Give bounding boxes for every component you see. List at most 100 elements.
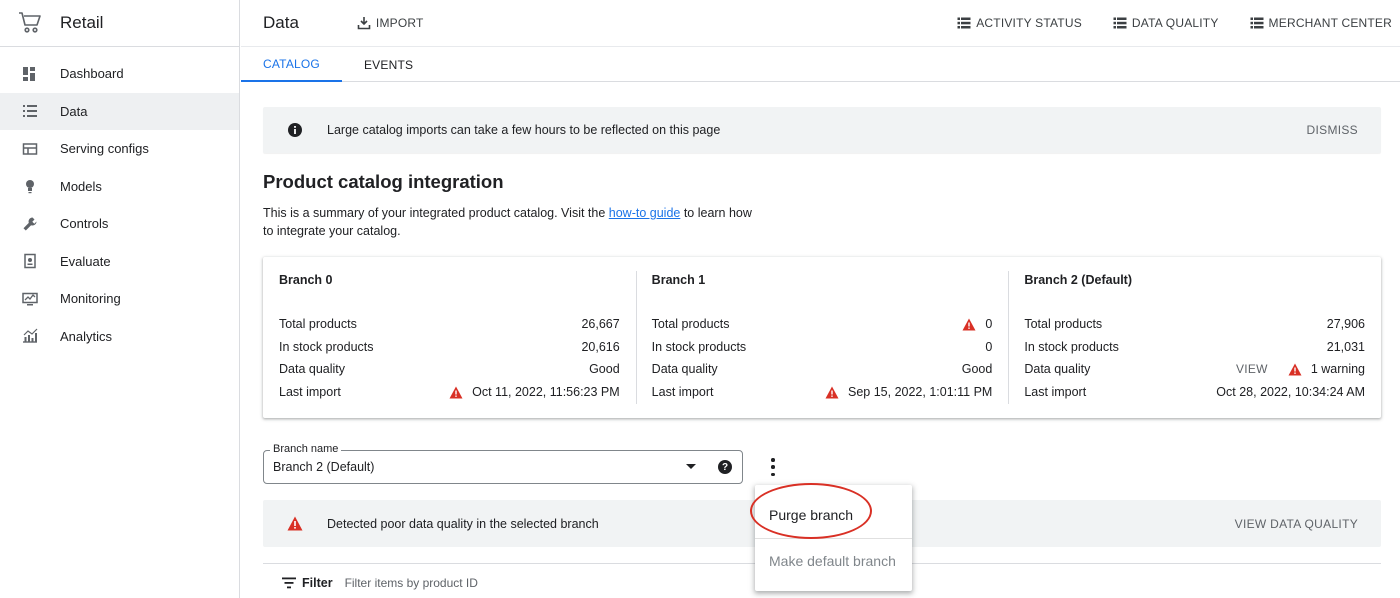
stat-label: Last import: [1024, 385, 1087, 400]
stat-value: Oct 28, 2022, 10:34:24 AM: [1216, 385, 1366, 400]
stat-value: 0: [985, 317, 993, 332]
sidebar-item-evaluate[interactable]: Evaluate: [0, 243, 239, 281]
stat-value-wrap: VIEW 1 warning: [1236, 362, 1365, 376]
dropdown-arrow-icon[interactable]: [686, 464, 696, 469]
sidebar-item-label: Data: [60, 103, 88, 119]
stat-row: Data quality Good: [652, 358, 993, 381]
sidebar-item-data[interactable]: Data: [0, 92, 239, 130]
branch-title: Branch 0: [279, 273, 333, 287]
stat-label: Total products: [279, 317, 357, 332]
info-icon: [288, 123, 302, 137]
sidebar-item-label: Analytics: [60, 328, 113, 344]
sidebar-item-monitoring[interactable]: Monitoring: [0, 280, 239, 318]
filter-input[interactable]: [344, 576, 565, 590]
stat-value: 21,031: [1326, 339, 1366, 354]
stat-label: Last import: [279, 385, 341, 400]
info-banner: Large catalog imports can take a few hou…: [263, 107, 1381, 153]
stat-label: Total products: [1024, 317, 1103, 332]
download-icon: [357, 17, 371, 30]
sidebar-item-serving-configs[interactable]: Serving configs: [0, 130, 239, 168]
evaluate-icon: [22, 253, 38, 269]
stat-value-wrap: Oct 11, 2022, 11:56:23 PM: [449, 385, 620, 399]
activity-status-label: ACTIVITY STATUS: [976, 16, 1082, 30]
warning-text: Detected poor data quality in the select…: [327, 516, 599, 531]
description-text: This is a summary of your integrated pro…: [263, 206, 609, 220]
view-data-quality-button[interactable]: VIEW DATA QUALITY: [1235, 517, 1358, 531]
stat-row: Last import Oct 11, 2022, 11:56:23 PM: [279, 381, 620, 404]
sidebar-item-label: Controls: [60, 216, 109, 232]
import-button[interactable]: IMPORT: [357, 16, 424, 30]
help-icon[interactable]: ?: [718, 460, 732, 474]
sidebar-item-analytics[interactable]: Analytics: [0, 318, 239, 356]
branch-name-label: Branch name: [270, 443, 342, 455]
stat-label: Data quality: [279, 362, 346, 377]
stat-row: Data quality Good: [279, 358, 620, 381]
stat-row: Last import Oct 28, 2022, 10:34:24 AM: [1024, 381, 1365, 404]
sidebar-nav: Dashboard Data Serving configs Models Co…: [0, 47, 239, 355]
sidebar-item-label: Serving configs: [60, 141, 149, 157]
monitoring-icon: [22, 291, 38, 307]
page-title: Data: [263, 13, 299, 32]
branch-card-1: Branch 1 Total products 0 In stock produc…: [635, 257, 1009, 418]
view-data-quality-link[interactable]: VIEW: [1236, 362, 1268, 376]
stat-value-wrap: 0: [962, 317, 992, 331]
data-quality-label: DATA QUALITY: [1131, 16, 1219, 30]
filter-bar: Filter: [282, 576, 565, 590]
app-title: Retail: [60, 13, 104, 32]
header-actions: ACTIVITY STATUS DATA QUALITY MERCHANT CE…: [957, 16, 1400, 30]
lightbulb-icon: [22, 178, 38, 194]
tab-events[interactable]: EVENTS: [342, 47, 435, 82]
warning-icon: [1288, 363, 1302, 376]
stat-label: Data quality: [1024, 362, 1091, 377]
stat-row: Total products 26,667: [279, 313, 620, 336]
more-options-icon[interactable]: [766, 458, 780, 476]
stat-row: In stock products 20,616: [279, 336, 620, 359]
top-bar: Data IMPORT ACTIVITY STATUS DATA QUALITY…: [241, 0, 1400, 47]
merchant-center-button[interactable]: MERCHANT CENTER: [1250, 16, 1392, 30]
branch-context-menu: Purge branch Make default branch: [755, 485, 912, 591]
stat-row: Total products 0: [652, 313, 993, 336]
stat-row: In stock products 0: [652, 336, 993, 359]
branch-name-select[interactable]: Branch name Branch 2 (Default) ?: [263, 443, 743, 484]
list-icon: [1250, 17, 1264, 29]
stat-label: Data quality: [651, 362, 718, 377]
list-icon: [22, 103, 38, 119]
analytics-icon: [22, 328, 38, 344]
stat-value: Good: [589, 362, 620, 377]
section-title: Product catalog integration: [263, 171, 504, 192]
serving-configs-icon: [22, 141, 38, 157]
stat-value: 20,616: [581, 339, 620, 354]
list-icon: [957, 17, 971, 29]
sidebar-item-controls[interactable]: Controls: [0, 205, 239, 243]
branch-card-0: Branch 0 Total products 26,667 In stock p…: [263, 257, 636, 418]
warning-icon: [962, 318, 976, 331]
stat-row: Last import Sep 15, 2022, 1:01:11 PM: [652, 381, 993, 404]
how-to-guide-link[interactable]: how-to guide: [609, 206, 681, 220]
warning-icon: [287, 516, 303, 531]
branch-title: Branch 2 (Default): [1024, 273, 1132, 287]
sidebar-item-label: Models: [60, 178, 102, 194]
stat-value: 27,906: [1326, 317, 1366, 332]
dashboard-icon: [22, 66, 38, 82]
brand-header: Retail: [0, 0, 239, 47]
sidebar-item-dashboard[interactable]: Dashboard: [0, 55, 239, 93]
make-default-branch-menu-item[interactable]: Make default branch: [755, 553, 912, 569]
stat-row: Data quality VIEW 1 warning: [1024, 358, 1365, 381]
sidebar-item-label: Dashboard: [60, 66, 124, 82]
dismiss-button[interactable]: DISMISS: [1307, 123, 1358, 137]
sidebar-item-label: Evaluate: [60, 253, 111, 269]
data-quality-button[interactable]: DATA QUALITY: [1113, 16, 1219, 30]
purge-branch-menu-item[interactable]: Purge branch: [755, 507, 912, 523]
stat-label: Last import: [651, 385, 714, 400]
branch-summary-card: Branch 0 Total products 26,667 In stock p…: [263, 257, 1381, 418]
stat-value: 1 warning: [1310, 362, 1366, 377]
info-banner-text: Large catalog imports can take a few hou…: [327, 123, 721, 137]
activity-status-button[interactable]: ACTIVITY STATUS: [957, 16, 1082, 30]
import-label: IMPORT: [375, 16, 424, 30]
tab-catalog[interactable]: CATALOG: [241, 47, 342, 82]
sidebar: Retail Dashboard Data Serving configs Mo…: [0, 0, 240, 598]
stat-label: In stock products: [1024, 339, 1119, 354]
sidebar-item-models[interactable]: Models: [0, 168, 239, 206]
branch-card-2: Branch 2 (Default) Total products 27,906 …: [1008, 257, 1381, 418]
shopping-cart-icon: [19, 12, 41, 33]
